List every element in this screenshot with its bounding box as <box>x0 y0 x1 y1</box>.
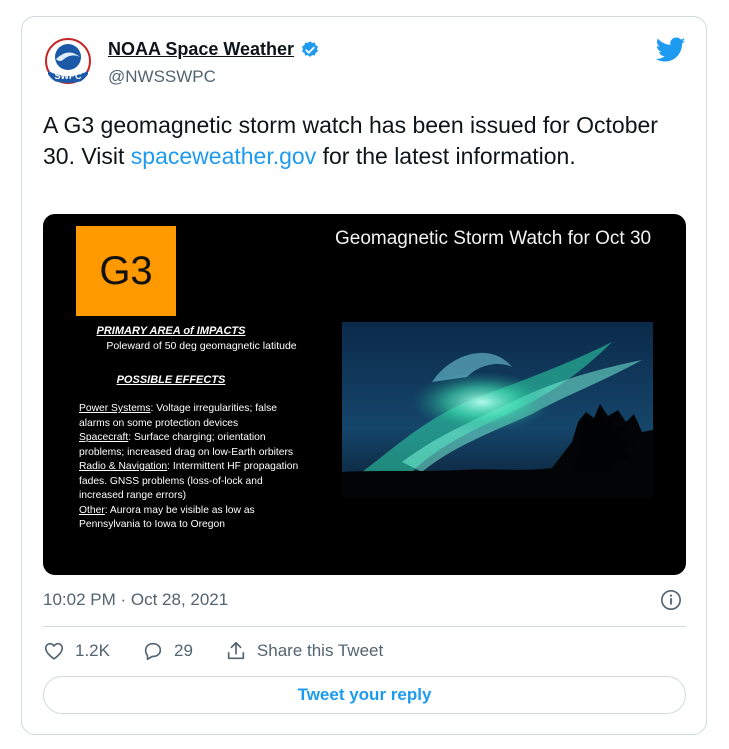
image-title: Geomagnetic Storm Watch for Oct 30 <box>335 228 652 249</box>
reply-button[interactable]: 29 <box>142 640 193 662</box>
twitter-bird-icon[interactable] <box>656 37 686 63</box>
author-handle[interactable]: @NWSSWPC <box>108 67 216 87</box>
like-button[interactable]: 1.2K <box>43 640 110 662</box>
effect-item: Spacecraft: Surface charging; orientatio… <box>79 432 294 458</box>
tweet-card: SWPC NOAA Space Weather @NWSSWPC A G3 ge… <box>21 16 707 735</box>
tweet-your-reply-button[interactable]: Tweet your reply <box>43 676 686 714</box>
tweet-image[interactable]: G3 Geomagnetic Storm Watch for Oct 30 PR… <box>43 214 686 575</box>
like-count: 1.2K <box>75 641 110 660</box>
tweet-text-part: for the latest information. <box>316 143 576 169</box>
share-icon <box>227 641 245 660</box>
tweet-timestamp[interactable]: 10:02 PM · Oct 28, 2021 <box>43 590 228 610</box>
impacts-heading: PRIMARY AREA of IMPACTS <box>96 325 246 337</box>
share-label: Share this Tweet <box>256 641 384 660</box>
effect-item: Power Systems: Voltage irregularities; f… <box>79 403 278 429</box>
reply-count: 29 <box>173 641 193 660</box>
spaceweather-link[interactable]: spaceweather.gov <box>131 143 316 169</box>
share-button[interactable]: Share this Tweet <box>225 640 383 662</box>
g3-badge: G3 <box>76 226 176 316</box>
heart-icon <box>44 642 64 660</box>
author-name[interactable]: NOAA Space Weather <box>108 39 294 60</box>
impacts-text: Poleward of 50 deg geomagnetic latitude <box>106 340 297 352</box>
divider <box>43 626 686 627</box>
noaa-logo-icon[interactable]: SWPC <box>44 37 92 85</box>
info-icon[interactable] <box>660 589 682 611</box>
reply-bubble-icon <box>144 642 162 661</box>
effect-item: Other: Aurora may be visible as low as P… <box>79 504 255 531</box>
tweet-text: A G3 geomagnetic storm watch has been is… <box>43 110 663 172</box>
verified-badge-icon <box>302 40 318 57</box>
aurora-photo <box>342 322 653 498</box>
effects-list: Power Systems: Voltage irregularities; f… <box>79 402 304 533</box>
effects-heading: POSSIBLE EFFECTS <box>116 374 226 386</box>
effect-item: Radio & Navigation: Intermittent HF prop… <box>79 461 299 501</box>
action-bar: 1.2K 29 Share this Tweet <box>43 639 415 663</box>
svg-text:SWPC: SWPC <box>55 71 83 81</box>
